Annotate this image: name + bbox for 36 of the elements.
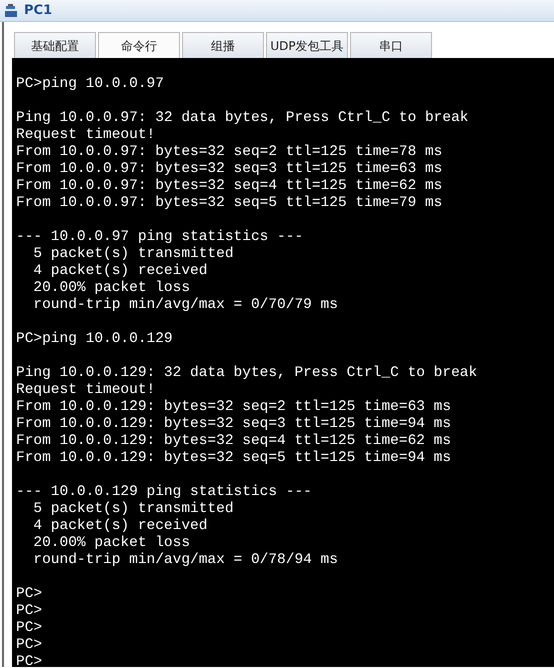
terminal-line: Request timeout! [16,382,156,399]
terminal-line: PC> [16,603,44,620]
terminal-line: 5 packet(s) transmitted [32,501,235,518]
tab[interactable]: 基础配置 [14,32,96,58]
terminal-line: From 10.0.0.129: bytes=32 seq=2 ttl=125 time=63 ms [16,399,452,416]
tab[interactable]: 组播 [182,32,264,58]
tab[interactable]: UDP发包工具 [266,32,348,58]
terminal-line: PC> [16,620,44,637]
terminal-line: 5 packet(s) transmitted [32,246,235,263]
terminal-line: Ping 10.0.0.129: 32 data bytes, Press Ctrl_C to break [16,365,478,382]
terminal-line: 4 packet(s) received [32,518,208,535]
terminal-line: PC> [16,637,44,654]
terminal-line: PC> [16,586,44,603]
terminal-line: PC>ping 10.0.0.97 [16,76,165,93]
terminal-line: Request timeout! [16,127,156,144]
terminal-line: --- 10.0.0.97 ping statistics --- [16,229,304,246]
terminal-line: From 10.0.0.97: bytes=32 seq=3 ttl=125 time=63 ms [16,161,444,178]
terminal-line: 4 packet(s) received [32,263,208,280]
terminal-line: --- 10.0.0.129 ping statistics --- [16,484,313,501]
terminal-line: round-trip min/avg/max = 0/78/94 ms [32,552,339,569]
terminal-line: From 10.0.0.129: bytes=32 seq=3 ttl=125 time=94 ms [16,416,452,433]
terminal-line: From 10.0.0.97: bytes=32 seq=5 ttl=125 time=79 ms [16,195,444,212]
terminal-line: From 10.0.0.129: bytes=32 seq=4 ttl=125 time=62 ms [16,433,452,450]
terminal-line: Ping 10.0.0.97: 32 data bytes, Press Ctrl_C to break [16,110,470,127]
terminal-line: round-trip min/avg/max = 0/70/79 ms [32,297,339,314]
tab[interactable]: 命令行 [98,32,180,58]
tab[interactable]: 串口 [350,32,432,58]
window-title: PC1 [24,2,52,20]
terminal-line: PC> [16,654,44,667]
terminal-line: From 10.0.0.97: bytes=32 seq=4 ttl=125 time=62 ms [16,178,444,195]
terminal-line: PC>ping 10.0.0.129 [16,331,174,348]
computer-icon [4,2,20,18]
terminal-line: From 10.0.0.97: bytes=32 seq=2 ttl=125 time=78 ms [16,144,444,161]
terminal-line: 20.00% packet loss [32,535,192,552]
terminal-line: 20.00% packet loss [32,280,192,297]
terminal-line: From 10.0.0.129: bytes=32 seq=5 ttl=125 time=94 ms [16,450,452,467]
